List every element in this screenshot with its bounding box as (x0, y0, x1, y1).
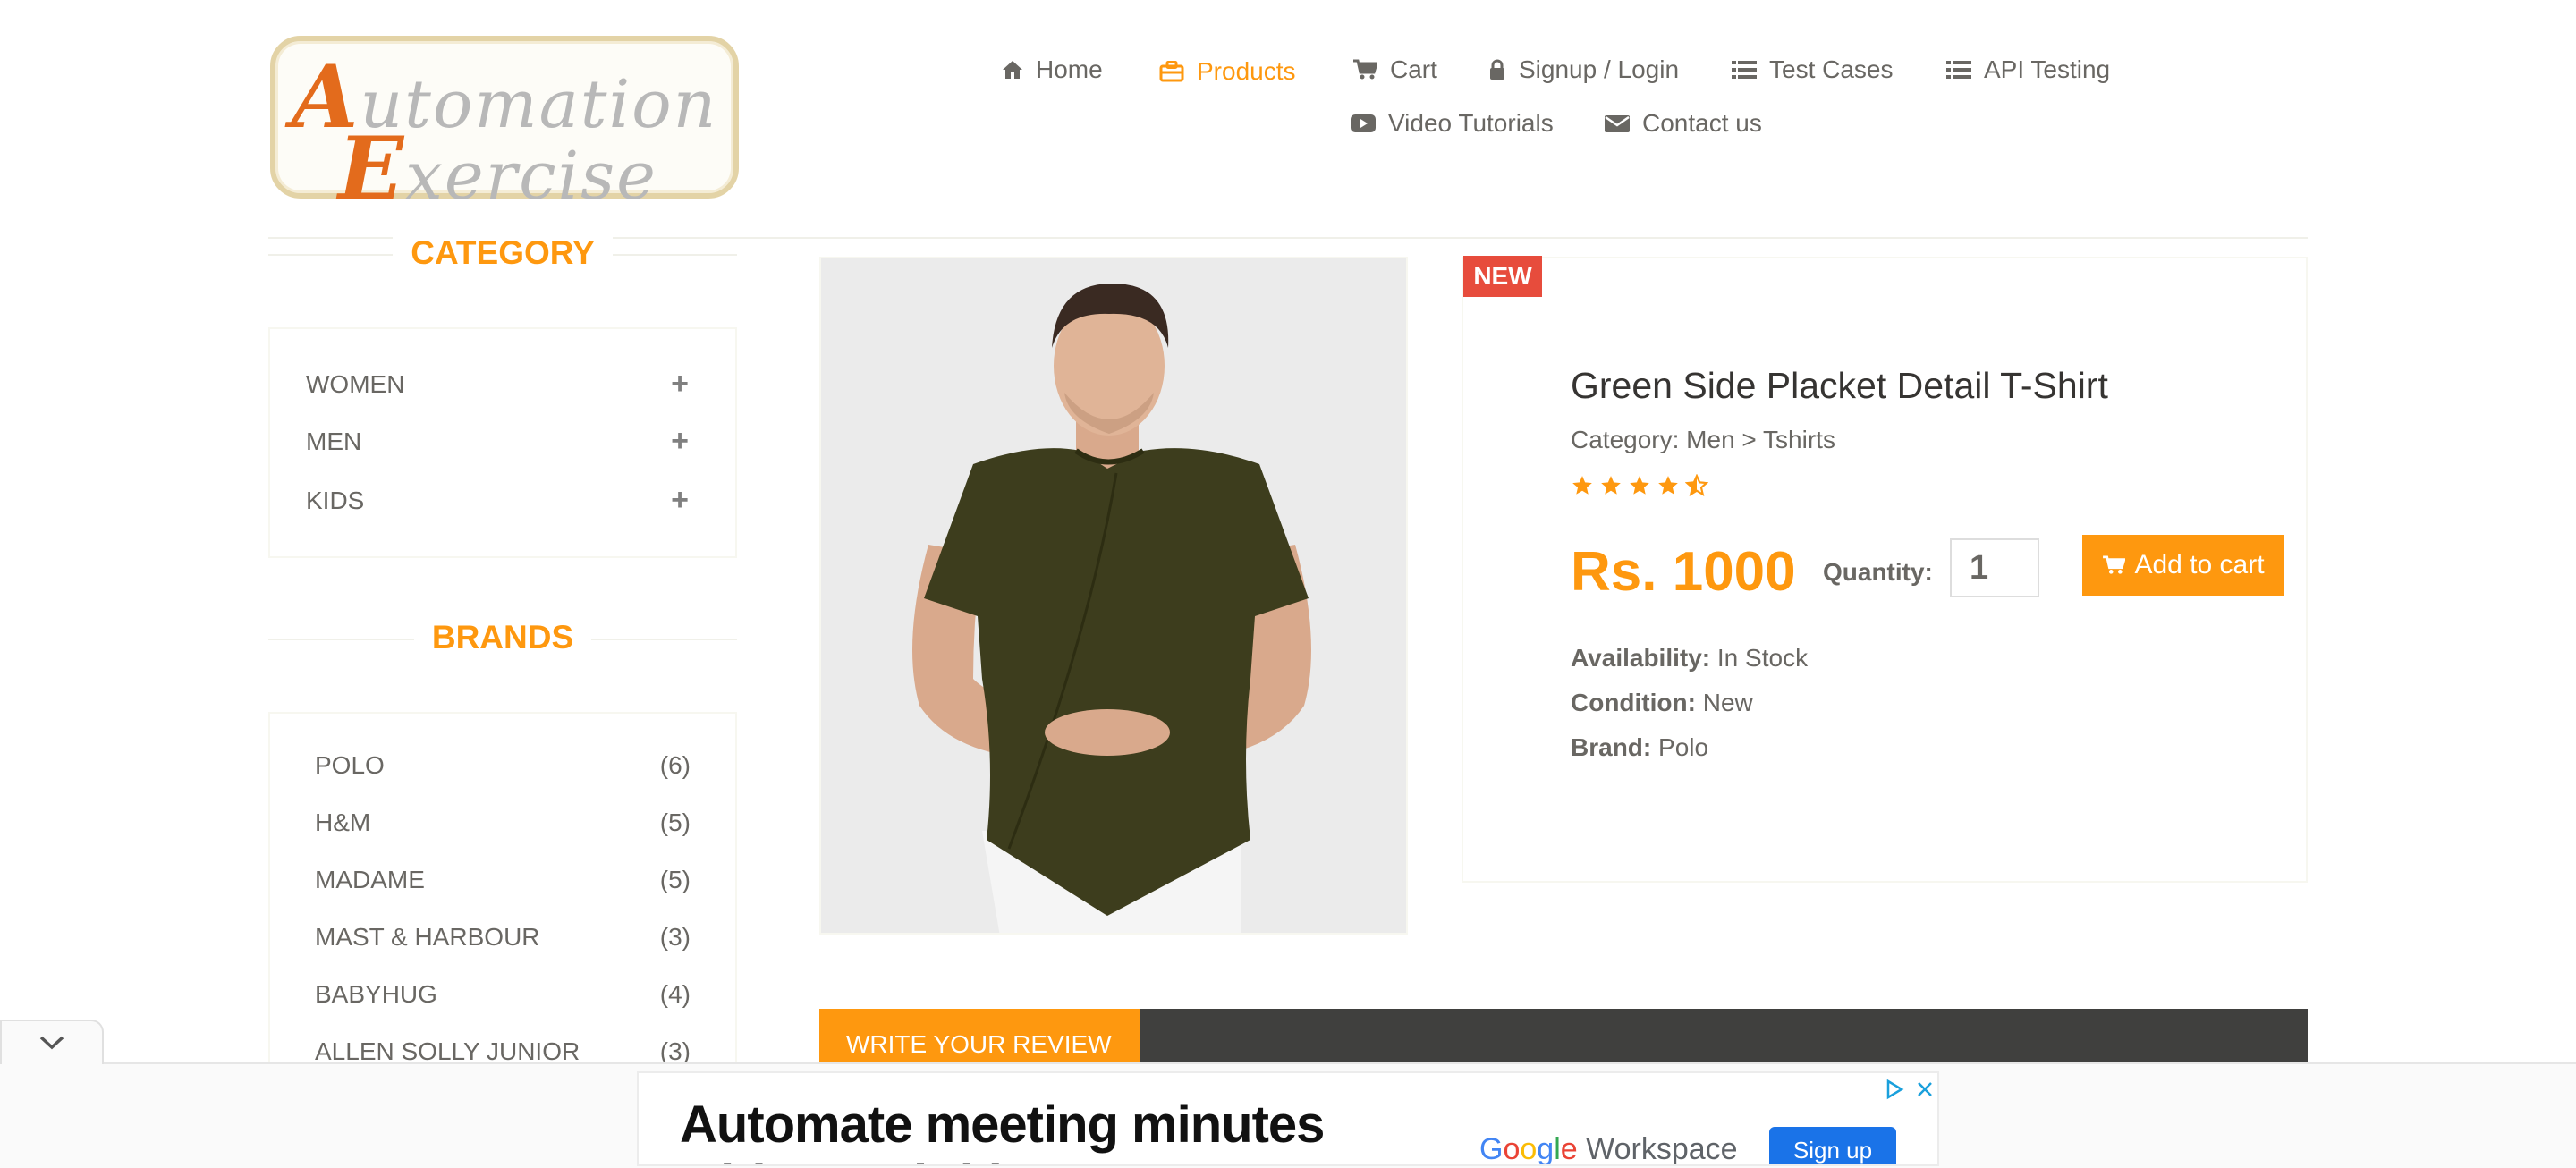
condition-label: Condition: (1571, 689, 1696, 716)
brand-label: MAST & HARBOUR (315, 923, 540, 951)
list-icon (1946, 61, 1971, 79)
availability-label: Availability: (1571, 644, 1711, 672)
nav-cart[interactable]: Cart (1352, 55, 1437, 84)
cart-icon (2103, 555, 2126, 574)
brand-label: Brand: (1571, 733, 1652, 761)
category-label: KIDS (306, 486, 365, 514)
cart-icon (1353, 59, 1377, 80)
add-to-cart-label: Add to cart (2134, 550, 2265, 580)
brand-item-hm[interactable]: H&M (5) (315, 808, 691, 837)
new-badge: NEW (1463, 256, 1542, 297)
lock-icon (1490, 59, 1504, 80)
brand-label: H&M (315, 808, 371, 836)
brand-label: MADAME (315, 866, 425, 893)
brand-item-polo[interactable]: POLO (6) (315, 751, 691, 780)
star-icon (1658, 476, 1678, 495)
adchoices-icon[interactable] (1884, 1079, 1905, 1100)
nav-contact-us[interactable]: Contact us (1605, 109, 1762, 138)
condition: Condition: New (1571, 689, 1753, 717)
nav-products-label: Products (1197, 57, 1296, 85)
brand-value: Polo (1658, 733, 1709, 761)
nav-home[interactable]: Home (1002, 55, 1103, 84)
category-label: MEN (306, 427, 362, 455)
product-category: Category: Men > Tshirts (1571, 426, 1835, 453)
ad-controls (1884, 1079, 1936, 1100)
plus-icon[interactable]: + (671, 424, 689, 459)
star-icon (1572, 476, 1592, 495)
category-label: WOMEN (306, 369, 405, 398)
nav-signup-login[interactable]: Signup / Login (1488, 55, 1679, 84)
google-workspace-logo: Google Workspace (1479, 1132, 1738, 1166)
ad-headline-line-2: with Gemini in Meet (680, 1154, 1167, 1164)
close-icon[interactable] (1914, 1079, 1936, 1100)
category-women[interactable]: WOMEN + (306, 367, 689, 402)
nav-contact-us-label: Contact us (1642, 109, 1762, 137)
nav-products[interactable]: Products (1159, 57, 1296, 86)
nav-signup-login-label: Signup / Login (1519, 55, 1680, 83)
advertisement[interactable]: Automate meeting minutes with Gemini in … (637, 1071, 1939, 1166)
nav-video-tutorials-label: Video Tutorials (1388, 109, 1554, 137)
nav-cart-label: Cart (1390, 55, 1437, 83)
brand-count: (3) (659, 923, 691, 951)
condition-value: New (1702, 689, 1753, 716)
star-icon (1630, 476, 1649, 495)
brand-count: (6) (659, 751, 691, 779)
list-icon (1732, 61, 1757, 79)
logo-line-2: Exercise (338, 118, 657, 219)
envelope-icon (1605, 115, 1630, 132)
site-logo[interactable]: Automation Exercise (270, 36, 739, 219)
star-icon (1601, 476, 1621, 495)
brand-item-babyhug[interactable]: BABYHUG (4) (315, 980, 691, 1009)
nav-home-label: Home (1036, 55, 1103, 83)
category-men[interactable]: MEN + (306, 424, 689, 459)
ad-collapse-button[interactable] (0, 1020, 104, 1064)
product-price: Rs. 1000 (1571, 541, 1796, 603)
ad-signup-button[interactable]: Sign up (1769, 1127, 1896, 1164)
briefcase-icon (1159, 61, 1184, 82)
plus-icon[interactable]: + (671, 367, 689, 402)
product-rating (1571, 474, 1708, 497)
brands-panel: POLO (6) H&M (5) MADAME (5) MAST & HARBOUR (… (268, 712, 737, 1088)
nav-test-cases-label: Test Cases (1769, 55, 1894, 83)
product-name: Green Side Placket Detail T-Shirt (1571, 365, 2108, 406)
nav-test-cases[interactable]: Test Cases (1732, 55, 1894, 84)
star-half-icon (1685, 474, 1708, 496)
brand-label: BABYHUG (315, 980, 437, 1008)
quantity-label: Quantity: (1823, 558, 1933, 586)
brand-label: POLO (315, 751, 385, 779)
youtube-icon (1351, 114, 1376, 132)
availability-value: In Stock (1716, 644, 1809, 672)
nav-api-testing[interactable]: API Testing (1946, 55, 2110, 84)
add-to-cart-button[interactable]: Add to cart (2082, 535, 2284, 596)
category-heading: CATEGORY (268, 234, 737, 272)
plus-icon[interactable]: + (671, 483, 689, 518)
product-photo-illustration (821, 258, 1406, 933)
nav-video-tutorials[interactable]: Video Tutorials (1351, 109, 1554, 138)
brand-item-mast-harbour[interactable]: MAST & HARBOUR (3) (315, 923, 691, 952)
brand: Brand: Polo (1571, 733, 1708, 762)
product-image (819, 257, 1408, 935)
availability: Availability: In Stock (1571, 644, 1808, 673)
brand-count: (4) (659, 980, 691, 1008)
quantity-input[interactable]: 1 (1950, 538, 2039, 597)
brands-heading: BRANDS (268, 619, 737, 656)
ad-headline: Automate meeting minutes (680, 1096, 1325, 1154)
category-kids[interactable]: KIDS + (306, 483, 689, 518)
brand-item-madame[interactable]: MADAME (5) (315, 866, 691, 894)
nav-api-testing-label: API Testing (1984, 55, 2111, 83)
home-icon (1003, 61, 1022, 79)
brand-count: (5) (659, 808, 691, 836)
tab-write-your-review[interactable]: WRITE YOUR REVIEW (819, 1009, 1140, 1064)
category-panel: WOMEN + MEN + KIDS + (268, 327, 737, 558)
chevron-down-icon (39, 1036, 64, 1050)
brand-count: (5) (659, 866, 691, 893)
